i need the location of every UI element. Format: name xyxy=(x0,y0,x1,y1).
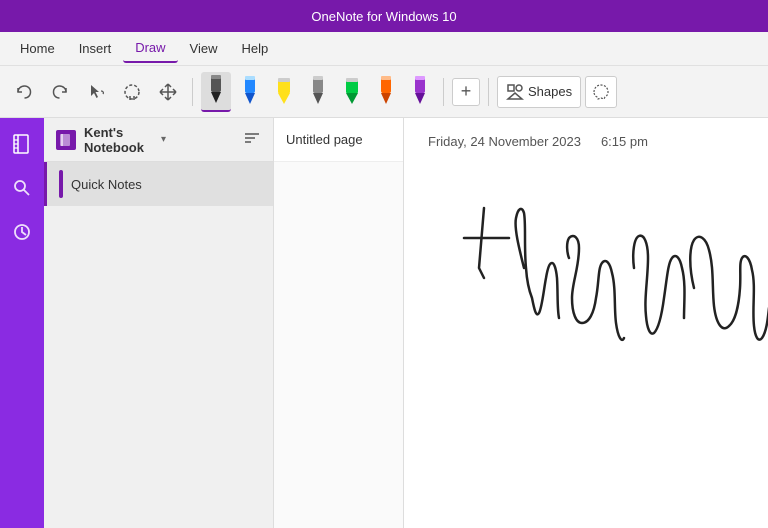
move-tool-button[interactable] xyxy=(152,74,184,110)
page-name: Untitled page xyxy=(286,132,363,147)
handwriting-area xyxy=(424,168,768,528)
toolbar-separator-1 xyxy=(192,78,193,106)
section-item-quick-notes[interactable]: Quick Notes xyxy=(44,162,273,206)
pen-blue-button[interactable] xyxy=(235,72,265,112)
page-time: 6:15 pm xyxy=(601,134,648,149)
pages-panel: Untitled page xyxy=(274,118,404,528)
handwriting-svg xyxy=(424,168,768,428)
pen-black-button[interactable] xyxy=(201,72,231,112)
app-title: OneNote for Windows 10 xyxy=(311,9,456,24)
section-name: Quick Notes xyxy=(71,177,142,192)
menu-help[interactable]: Help xyxy=(230,35,281,62)
title-bar: OneNote for Windows 10 xyxy=(0,0,768,32)
notebook-dropdown-arrow[interactable]: ▾ xyxy=(161,134,166,145)
menu-home[interactable]: Home xyxy=(8,35,67,62)
menu-insert[interactable]: Insert xyxy=(67,35,124,62)
notebook-color-icon xyxy=(56,130,76,150)
shapes-button[interactable]: Shapes xyxy=(497,76,581,108)
pen-purple-button[interactable] xyxy=(405,72,435,112)
notebook-name: Kent's Notebook xyxy=(84,125,161,155)
redo-button[interactable] xyxy=(44,74,76,110)
menu-view[interactable]: View xyxy=(178,35,230,62)
section-list: Quick Notes xyxy=(44,162,273,528)
sidebar-icons xyxy=(0,118,44,528)
toolbar-separator-2 xyxy=(443,78,444,106)
page-item-untitled[interactable]: Untitled page xyxy=(274,118,403,162)
sidebar-icon-search[interactable] xyxy=(4,170,40,206)
lasso-tool-button[interactable] xyxy=(116,74,148,110)
sidebar-icon-notebooks[interactable] xyxy=(4,126,40,162)
add-pen-button[interactable]: + xyxy=(452,78,480,106)
notebook-header: Kent's Notebook ▾ xyxy=(44,118,273,162)
select-tool-button[interactable] xyxy=(80,74,112,110)
pen-gray-button[interactable] xyxy=(303,72,333,112)
main-layout: Kent's Notebook ▾ Quick Notes Untitled p… xyxy=(0,118,768,528)
undo-button[interactable] xyxy=(8,74,40,110)
page-date: Friday, 24 November 2023 xyxy=(428,134,581,149)
highlighter-green-button[interactable] xyxy=(337,72,367,112)
shapes-label: Shapes xyxy=(528,84,572,99)
section-color-bar xyxy=(59,170,63,198)
notebook-panel: Kent's Notebook ▾ Quick Notes xyxy=(44,118,274,528)
freeform-select-button[interactable] xyxy=(585,76,617,108)
highlighter-yellow-button[interactable] xyxy=(269,72,299,112)
menu-draw[interactable]: Draw xyxy=(123,34,177,63)
sort-icon[interactable] xyxy=(243,129,261,150)
toolbar-separator-3 xyxy=(488,78,489,106)
menu-bar: Home Insert Draw View Help xyxy=(0,32,768,66)
toolbar: + Shapes xyxy=(0,66,768,118)
content-area[interactable]: Friday, 24 November 2023 6:15 pm xyxy=(404,118,768,528)
pen-orange-button[interactable] xyxy=(371,72,401,112)
sidebar-icon-history[interactable] xyxy=(4,214,40,250)
page-date-header: Friday, 24 November 2023 6:15 pm xyxy=(404,118,768,157)
